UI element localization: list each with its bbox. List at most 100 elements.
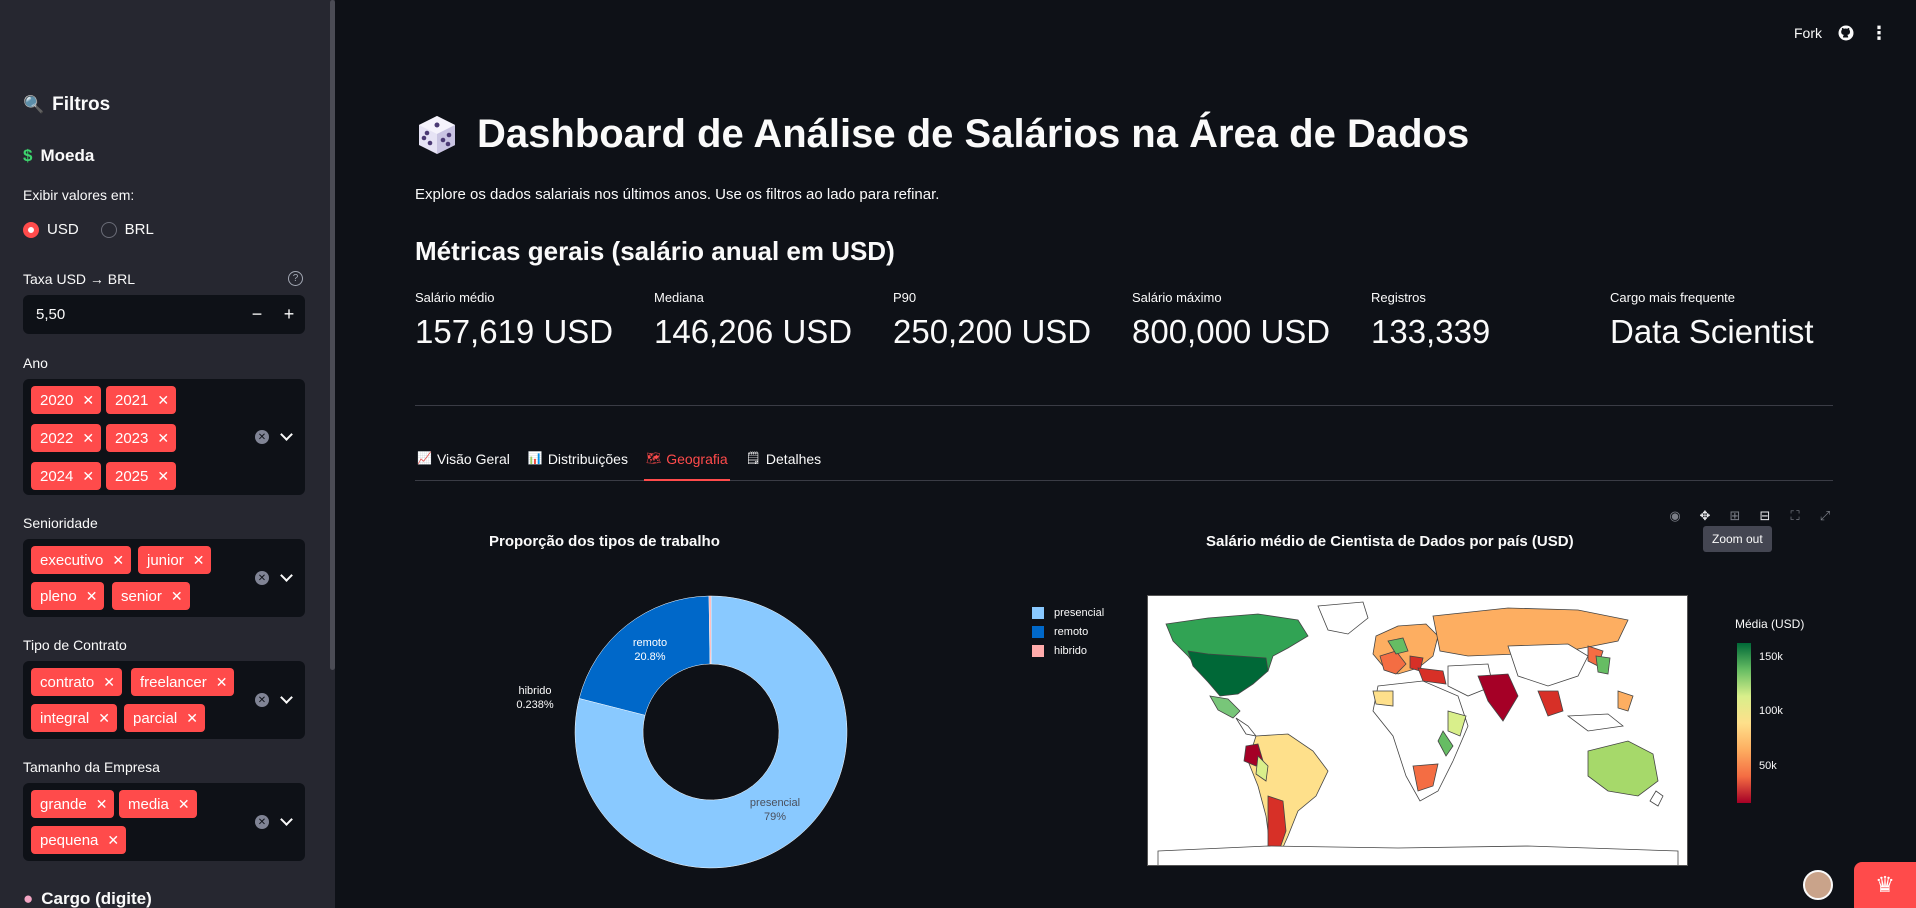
cargo-heading: ● Cargo (digite): [23, 889, 152, 908]
tag-contract[interactable]: integral ✕: [31, 704, 117, 732]
metric-median: Mediana 146,206 USD: [654, 290, 852, 351]
clear-all-icon[interactable]: ✕: [255, 693, 269, 707]
legend-item-presencial[interactable]: presencial: [1032, 603, 1104, 622]
metric-label: Salário médio: [415, 290, 495, 305]
tab-label: Detalhes: [765, 451, 822, 467]
zoom-in-icon[interactable]: ⊞: [1727, 508, 1743, 524]
tag-contract[interactable]: contrato ✕: [31, 668, 122, 696]
colorbar-gradient: [1737, 643, 1751, 803]
tag-year[interactable]: 2023 ✕: [106, 424, 177, 452]
radio-brl-label: BRL: [124, 221, 154, 238]
autoscale-icon[interactable]: ⛶: [1787, 508, 1803, 524]
tab-detalhes[interactable]: 🗒 Detalhes: [744, 448, 824, 481]
tag-company-size[interactable]: media ✕: [119, 790, 197, 818]
decrement-button[interactable]: −: [241, 304, 273, 325]
tab-distribuicoes[interactable]: 📊 Distribuições: [526, 448, 630, 481]
tag-label: pequena: [40, 831, 99, 849]
close-icon[interactable]: ✕: [157, 468, 169, 485]
chevron-down-icon[interactable]: [280, 428, 293, 441]
tag-contract[interactable]: parcial ✕: [124, 704, 205, 732]
close-icon[interactable]: ✕: [103, 674, 115, 691]
increment-button[interactable]: +: [273, 304, 305, 325]
close-icon[interactable]: ✕: [157, 430, 169, 447]
reset-axes-icon[interactable]: ⤢: [1817, 508, 1833, 524]
crown-icon[interactable]: ♛: [1854, 862, 1916, 908]
seniority-multiselect[interactable]: executivo ✕ junior ✕ pleno ✕ senior ✕ ✕: [23, 539, 305, 617]
help-icon[interactable]: ?: [288, 271, 303, 286]
cargo-title: Cargo (digite): [41, 889, 152, 908]
chevron-down-icon[interactable]: [280, 691, 293, 704]
tag-year[interactable]: 2020 ✕: [31, 386, 102, 414]
radio-brl[interactable]: BRL: [100, 221, 154, 238]
close-icon[interactable]: ✕: [82, 430, 94, 447]
tab-visao-geral[interactable]: 📈 Visão Geral: [415, 448, 512, 481]
close-icon[interactable]: ✕: [112, 552, 124, 569]
metric-value: 133,339: [1371, 313, 1491, 350]
close-icon[interactable]: ✕: [157, 392, 169, 409]
legend-item-remoto[interactable]: remoto: [1032, 622, 1104, 641]
metric-value: Data Scientist: [1610, 313, 1814, 350]
clear-all-icon[interactable]: ✕: [255, 815, 269, 829]
tag-year[interactable]: 2025 ✕: [106, 462, 177, 490]
page-title-text: Dashboard de Análise de Salários na Área…: [477, 112, 1470, 156]
zoom-out-tooltip: Zoom out: [1703, 526, 1772, 552]
currency-radio-group: USD BRL: [23, 221, 154, 238]
chevron-down-icon[interactable]: [280, 813, 293, 826]
close-icon[interactable]: ✕: [178, 796, 190, 813]
close-icon[interactable]: ✕: [96, 796, 108, 813]
close-icon[interactable]: ✕: [82, 468, 94, 485]
tag-company-size[interactable]: pequena ✕: [31, 826, 127, 854]
tag-contract[interactable]: freelancer ✕: [131, 668, 235, 696]
year-multiselect[interactable]: 2020 ✕ 2021 ✕ 2022 ✕ 2023 ✕ 2024 ✕ 2025 ✕ ✕: [23, 379, 305, 495]
metric-mean-salary: Salário médio 157,619 USD: [415, 290, 613, 351]
tag-year[interactable]: 2022 ✕: [31, 424, 102, 452]
camera-icon[interactable]: ◉: [1667, 508, 1683, 524]
clear-all-icon[interactable]: ✕: [255, 571, 269, 585]
metric-label: Registros: [1371, 290, 1426, 305]
close-icon[interactable]: ✕: [216, 674, 228, 691]
legend-swatch: [1032, 606, 1044, 619]
more-menu-icon[interactable]: ⋮: [1870, 23, 1888, 44]
tab-label: Geografia: [666, 451, 728, 467]
top-toolbar: Fork ⋮: [1794, 0, 1916, 66]
close-icon[interactable]: ✕: [186, 710, 198, 727]
tag-label: junior: [147, 551, 184, 569]
company-size-label: Tamanho da Empresa: [23, 759, 160, 775]
rate-value[interactable]: 5,50: [23, 306, 241, 323]
colorbar-tick: 100k: [1759, 705, 1783, 717]
close-icon[interactable]: ✕: [193, 552, 205, 569]
tab-geografia[interactable]: 🗺 Geografia: [643, 448, 730, 481]
close-icon[interactable]: ✕: [86, 588, 98, 605]
tag-seniority[interactable]: junior ✕: [138, 546, 212, 574]
github-icon[interactable]: [1838, 25, 1854, 41]
rate-number-input[interactable]: 5,50 − +: [23, 295, 305, 334]
fork-button[interactable]: Fork: [1794, 25, 1822, 41]
tag-seniority[interactable]: senior ✕: [112, 582, 190, 610]
close-icon[interactable]: ✕: [98, 710, 110, 727]
close-icon[interactable]: ✕: [82, 392, 94, 409]
radio-dot: [100, 221, 117, 238]
radio-dot-selected: [23, 221, 39, 238]
dollar-icon: $: [23, 146, 33, 165]
contract-multiselect[interactable]: contrato ✕ freelancer ✕ integral ✕ parcial ✕…: [23, 661, 305, 739]
filters-title: Filtros: [52, 94, 111, 115]
tag-seniority[interactable]: executivo ✕: [31, 546, 132, 574]
clear-all-icon[interactable]: ✕: [255, 430, 269, 444]
tag-year[interactable]: 2024 ✕: [31, 462, 102, 490]
notepad-icon: 🗒: [745, 451, 761, 465]
chevron-down-icon[interactable]: [280, 569, 293, 582]
tag-seniority[interactable]: pleno ✕: [31, 582, 105, 610]
choropleth-map[interactable]: [1147, 595, 1688, 866]
avatar[interactable]: [1803, 870, 1833, 900]
legend-item-hibrido[interactable]: hibrido: [1032, 641, 1104, 660]
currency-heading: $ Moeda: [23, 146, 94, 166]
tag-company-size[interactable]: grande ✕: [31, 790, 115, 818]
company-size-multiselect[interactable]: grande ✕ media ✕ pequena ✕ ✕: [23, 783, 305, 861]
tag-year[interactable]: 2021 ✕: [106, 386, 177, 414]
zoom-out-icon[interactable]: ⊟: [1757, 508, 1773, 524]
radio-usd[interactable]: USD: [23, 221, 79, 238]
donut-chart[interactable]: presencial 79%remoto 20.8%hibrido 0.238%: [335, 560, 935, 890]
close-icon[interactable]: ✕: [107, 832, 119, 849]
pan-icon[interactable]: ✥: [1697, 508, 1713, 524]
close-icon[interactable]: ✕: [171, 588, 183, 605]
